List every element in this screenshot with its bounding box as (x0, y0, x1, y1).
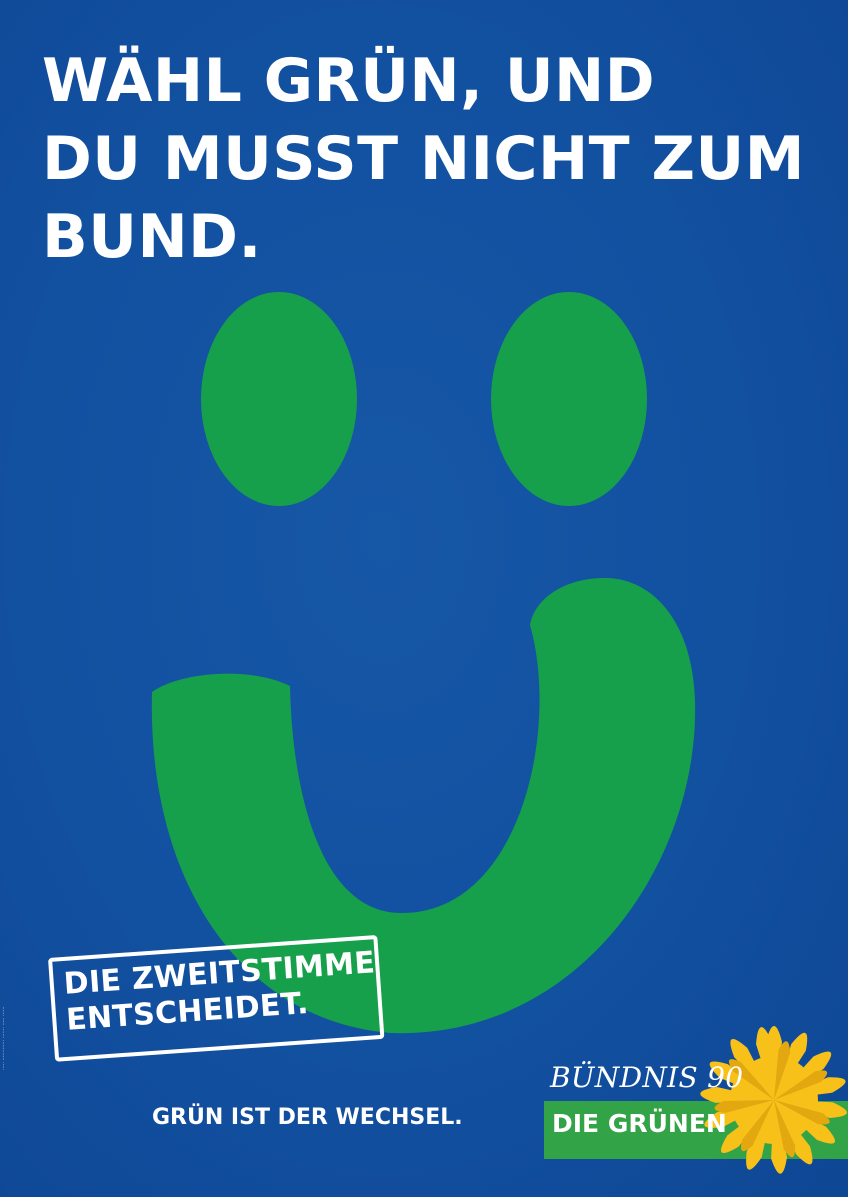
zweitstimme-stamp: DIE ZWEITSTIMME ENTSCHEIDET. (48, 934, 385, 1074)
smiley-right-eye (491, 292, 647, 506)
slogan: GRÜN IST DER WECHSEL. (152, 1105, 463, 1130)
logo-die-gruenen: DIE GRÜNEN (552, 1109, 727, 1138)
party-logo: BÜNDNIS 90 DIE GRÜNEN (544, 1005, 848, 1197)
imprint-microtext: ····· ············· ······· ····· ······ (1, 880, 11, 1080)
logo-buendnis-90: BÜNDNIS 90 (550, 1061, 744, 1094)
sunflower-icon (700, 1026, 847, 1174)
poster: WÄHL GRÜN, UND DU MUSST NICHT ZUM BUND. … (0, 0, 848, 1197)
smiley-left-eye (201, 292, 357, 506)
imprint-microtext-glyphs: ····· ············· ······· ····· ······ (1, 1006, 7, 1070)
